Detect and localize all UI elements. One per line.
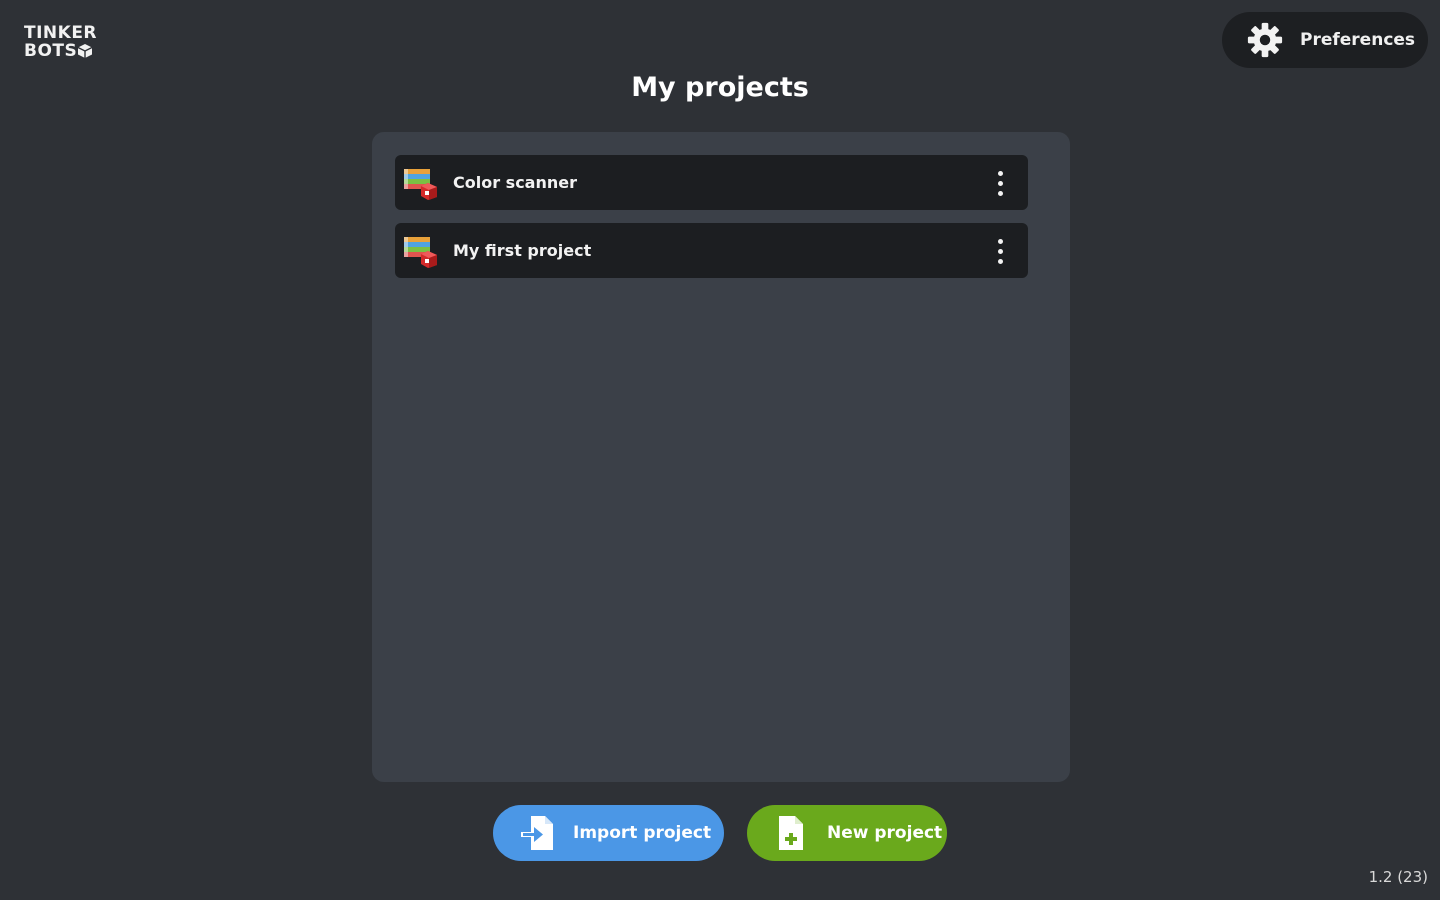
tinkerbots-logo: TINKER BOTS	[24, 24, 114, 68]
project-name: Color scanner	[453, 173, 577, 192]
project-item-color-scanner[interactable]: Color scanner	[395, 155, 1028, 210]
version-label: 1.2 (23)	[1368, 868, 1428, 886]
gear-icon	[1247, 22, 1283, 58]
project-list-panel: Color scanner My first project	[372, 132, 1070, 782]
preferences-button[interactable]: Preferences	[1222, 12, 1428, 68]
project-thumbnail-icon	[404, 168, 437, 200]
logo-line-1: TINKER	[24, 23, 98, 43]
project-thumbnail-icon	[404, 236, 437, 268]
import-project-button[interactable]: Import project	[493, 805, 724, 861]
new-project-button[interactable]: New project	[747, 805, 947, 861]
project-name: My first project	[453, 241, 592, 260]
import-project-label: Import project	[573, 823, 712, 843]
project-item-my-first-project[interactable]: My first project	[395, 223, 1028, 278]
logo-line-2: BOTS	[24, 42, 114, 60]
more-options-icon[interactable]	[988, 165, 1012, 201]
logo-line-2-text: BOTS	[24, 41, 78, 61]
new-project-label: New project	[827, 823, 943, 843]
more-options-icon[interactable]	[988, 233, 1012, 269]
page-title: My projects	[631, 72, 809, 103]
new-file-icon	[779, 816, 803, 850]
cube-logo-icon	[78, 44, 93, 58]
import-file-icon	[521, 816, 553, 850]
preferences-label: Preferences	[1300, 30, 1416, 50]
